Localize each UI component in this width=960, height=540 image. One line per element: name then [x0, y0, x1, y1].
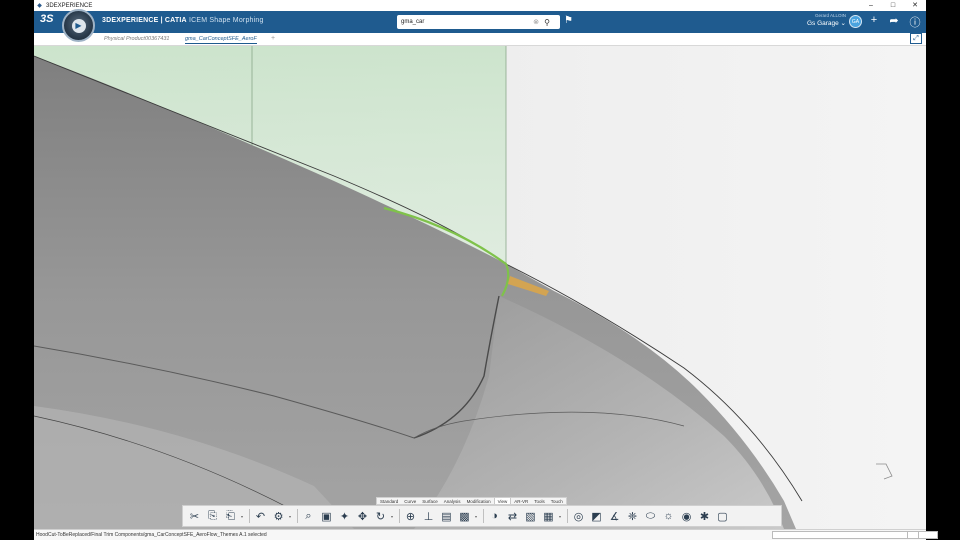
sectioning-icon[interactable]: ◩ [589, 509, 604, 524]
quick-view-icon[interactable]: ▤ [439, 509, 454, 524]
app-title-role: ICEM Shape Morphing [188, 17, 264, 24]
capture-icon[interactable]: ▧ [523, 509, 538, 524]
environment-icon[interactable]: ◉ [679, 509, 694, 524]
clear-search-icon[interactable]: ⊗ [531, 18, 541, 26]
fit-all-icon[interactable]: ✦ [337, 509, 352, 524]
measure-icon[interactable]: ∡ [607, 509, 622, 524]
tab-bar: Physical Product00367431 gma_CarConceptS… [34, 33, 926, 46]
separator [483, 509, 484, 523]
add-tab-button[interactable]: + [271, 35, 275, 42]
spread-icon[interactable]: ❈ [625, 509, 640, 524]
settings-icon[interactable]: ⚙ [271, 509, 286, 524]
command-button[interactable] [907, 531, 919, 539]
tab-car-concept[interactable]: gma_CarConceptSFE_AeroF [185, 36, 257, 44]
avatar[interactable]: GA [849, 15, 862, 28]
collaborative-space[interactable]: Gs Garage ⌄ [800, 19, 846, 27]
chevron-down-icon[interactable]: ▾ [289, 514, 293, 519]
chevron-down-icon[interactable]: ▾ [391, 514, 395, 519]
render-style-icon[interactable]: ▩ [457, 509, 472, 524]
3d-viewport[interactable] [34, 46, 926, 529]
minimize-button[interactable]: – [860, 0, 882, 11]
paste-icon[interactable]: ⎗ [223, 509, 238, 524]
chevron-down-icon[interactable]: ▾ [241, 514, 245, 519]
chevron-down-icon[interactable]: ▾ [475, 514, 479, 519]
section-tabs: Standard Curve Surface Analysis Modification… [376, 497, 567, 505]
normal-view-icon[interactable]: ⊥ [421, 509, 436, 524]
section-tab-surface[interactable]: Surface [419, 498, 441, 504]
top-bar: 3S ▶ 3DEXPERIENCE | CATIA ICEM Shape Mor… [34, 9, 926, 42]
compass-button[interactable]: ▶ [62, 9, 95, 42]
car-body-render [34, 46, 926, 529]
help-icon[interactable]: ⓘ [908, 14, 922, 30]
undo-icon[interactable]: ↶ [253, 509, 268, 524]
ground-icon[interactable]: ⬭ [643, 509, 658, 524]
status-text: HoodCut-ToBeReplaced/Final Trim Componen… [36, 532, 267, 538]
user-block[interactable]: Gerard ALLOIN Gs Garage ⌄ [800, 13, 846, 27]
copy-icon[interactable]: ⎘ [205, 509, 220, 524]
share-icon[interactable]: ➦ [887, 14, 901, 27]
section-tab-curve[interactable]: Curve [401, 498, 419, 504]
zoom-icon[interactable]: ⌕ [301, 509, 316, 524]
search-box[interactable]: ⊗ ⚲ [397, 15, 560, 29]
compass-icon[interactable]: ✱ [697, 509, 712, 524]
search-input[interactable] [401, 19, 531, 25]
app-title: 3DEXPERIENCE | CATIA ICEM Shape Morphing [102, 17, 264, 24]
layout-icon[interactable]: ▦ [541, 509, 556, 524]
separator [297, 509, 298, 523]
action-bar: ✂ ⎘ ⎗ ▾ ↶ ⚙ ▾ ⌕ ▣ ✦ ✥ ↻ ▾ ⊕ ⊥ ▤ ▩ ▾ ◑ ⇄ ▧ ▦ ▾ ◎ ◩ ∡ ❈ ⬭ ☼ ◉ ✱ ▢ [182, 505, 782, 527]
swap-icon[interactable]: ⇄ [505, 509, 520, 524]
ds-logo[interactable]: 3S [40, 13, 53, 25]
tag-icon[interactable]: ⚑ [564, 15, 573, 26]
expand-icon[interactable]: ⤢ [910, 33, 922, 44]
maximize-button[interactable]: □ [882, 0, 904, 11]
section-tab-view[interactable]: View [493, 498, 512, 504]
catia-window: ◆ 3DEXPERIENCE – □ ✕ 3S ▶ 3DEXPERIENCE |… [0, 0, 960, 540]
section-tab-tools[interactable]: Tools [531, 498, 548, 504]
status-bar: HoodCut-ToBeReplaced/Final Trim Componen… [34, 529, 938, 540]
section-tab-ar-vr[interactable]: AR-VR [511, 498, 531, 504]
close-button[interactable]: ✕ [904, 0, 926, 11]
lighting-icon[interactable]: ☼ [661, 509, 676, 524]
separator [399, 509, 400, 523]
chevron-down-icon[interactable]: ▾ [559, 514, 563, 519]
window-title: 3DEXPERIENCE [46, 2, 93, 9]
ar-icon[interactable]: ▢ [715, 509, 730, 524]
zoom-in-out-icon[interactable]: ⊕ [403, 509, 418, 524]
section-tab-touch[interactable]: Touch [548, 498, 566, 504]
user-name: Gerard ALLOIN [814, 13, 846, 18]
separator [567, 509, 568, 523]
os-titlebar: ◆ 3DEXPERIENCE – □ ✕ [34, 0, 926, 11]
rotate-icon[interactable]: ↻ [373, 509, 388, 524]
cut-icon[interactable]: ✂ [187, 509, 202, 524]
tab-physical-product[interactable]: Physical Product00367431 [104, 36, 169, 42]
3dexperience-app-icon: ◆ [37, 3, 42, 9]
plus-icon[interactable]: + [867, 14, 881, 26]
search-icon[interactable]: ⚲ [541, 18, 553, 27]
section-tab-analysis[interactable]: Analysis [441, 498, 464, 504]
section-tab-modification[interactable]: Modification [464, 498, 494, 504]
separator [249, 509, 250, 523]
play-icon: ▶ [71, 18, 86, 33]
pan-icon[interactable]: ✥ [355, 509, 370, 524]
app-title-platform: 3DEXPERIENCE | CATIA [102, 17, 187, 24]
analysis-icon[interactable]: ◎ [571, 509, 586, 524]
section-tab-standard[interactable]: Standard [377, 498, 401, 504]
view-cube-icon[interactable]: ▣ [319, 509, 334, 524]
hide-show-icon[interactable]: ◑ [487, 509, 502, 524]
